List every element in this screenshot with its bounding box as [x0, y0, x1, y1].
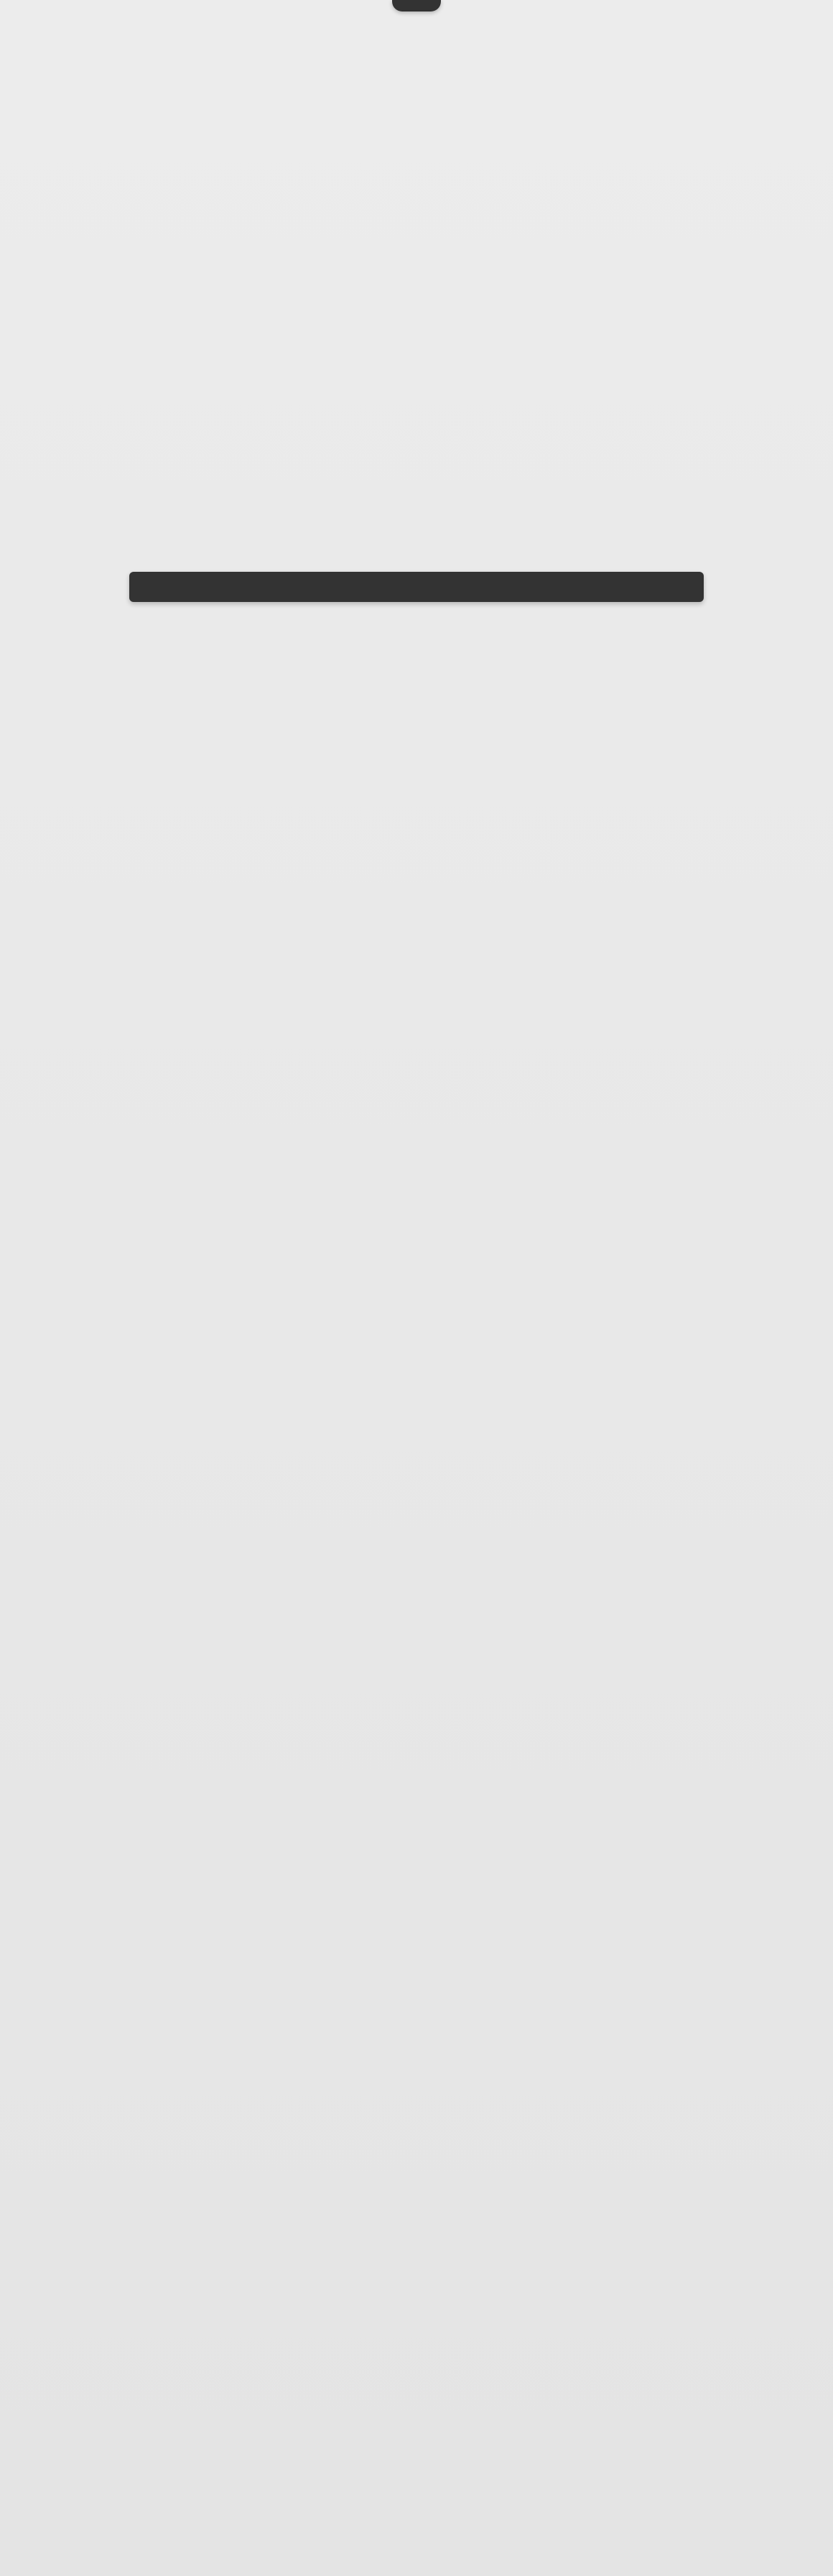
- poster-grid: [0, 0, 833, 2576]
- header-banner: [392, 0, 441, 11]
- feature-strip: [129, 572, 704, 602]
